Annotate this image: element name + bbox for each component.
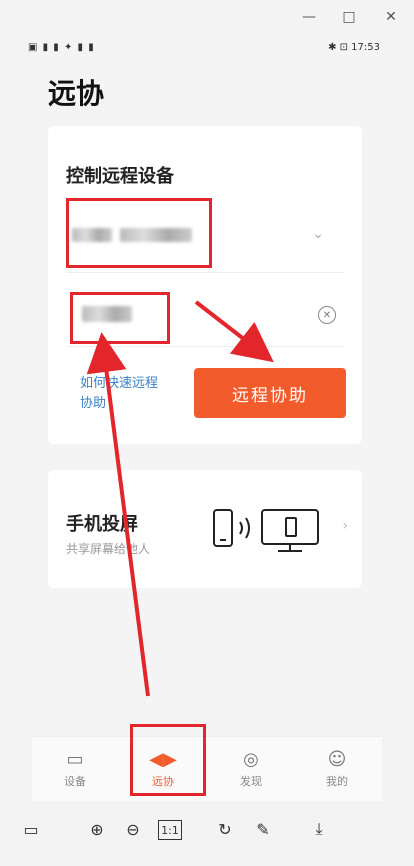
zoom-in-icon[interactable]: ⊕ — [84, 816, 110, 842]
screen-cast-card[interactable]: 手机投屏 共享屏幕给他人 › — [48, 470, 362, 588]
maximize-button[interactable]: □ — [338, 6, 360, 28]
viewer-toolbar: ▭ ⊕ ⊖ 1:1 ↻ ✎ ⤓ — [0, 806, 414, 866]
discover-icon: ◎ — [243, 749, 259, 770]
tab-label: 发现 — [240, 775, 262, 788]
tab-label: 我的 — [326, 775, 348, 788]
device-select-underline — [66, 272, 344, 273]
remote-control-card: 控制远程设备 ⌄ ✕ 如何快速远程协助 远程协助 — [48, 126, 362, 444]
minimize-button[interactable]: — — [298, 6, 320, 28]
tab-label: 设备 — [64, 775, 86, 788]
remote-card-title: 控制远程设备 — [66, 166, 174, 187]
cast-title: 手机投屏 — [66, 514, 138, 535]
status-bar-right: ✱ ⊡ 17:53 — [328, 42, 380, 53]
screen-cast-icon — [213, 509, 319, 552]
actual-size-button[interactable]: 1:1 — [158, 820, 182, 840]
profile-icon: ☺ — [327, 749, 347, 770]
close-button[interactable]: ✕ — [380, 6, 402, 28]
device-icon: ▭ — [66, 749, 84, 770]
rotate-icon[interactable]: ↻ — [212, 816, 238, 842]
annotation-box-tab — [130, 724, 206, 796]
status-bar-left: ▣ ▮ ▮ ✦ ▮ ▮ — [28, 42, 95, 53]
clear-input-icon[interactable]: ✕ — [318, 306, 336, 324]
thumbnail-icon[interactable]: ▭ — [18, 816, 44, 842]
tab-profile[interactable]: ☺ 我的 — [302, 741, 372, 797]
zoom-out-icon[interactable]: ⊖ — [120, 816, 146, 842]
chevron-right-icon: › — [342, 518, 348, 534]
annotation-box-code — [70, 292, 170, 344]
tab-devices[interactable]: ▭ 设备 — [40, 741, 110, 797]
cast-subtitle: 共享屏幕给他人 — [66, 542, 151, 556]
remote-assist-button[interactable]: 远程协助 — [194, 368, 346, 418]
help-link[interactable]: 如何快速远程协助 — [80, 374, 170, 414]
code-input-underline — [66, 346, 344, 347]
edit-icon[interactable]: ✎ — [250, 816, 276, 842]
page-title: 远协 — [48, 77, 105, 110]
download-icon[interactable]: ⤓ — [306, 816, 332, 842]
annotation-box-device — [66, 198, 212, 268]
chevron-down-icon[interactable]: ⌄ — [312, 226, 324, 242]
bottom-tab-bar: ▭ 设备 ◀▶ 远协 ◎ 发现 ☺ 我的 — [32, 736, 382, 801]
tab-discover[interactable]: ◎ 发现 — [216, 741, 286, 797]
